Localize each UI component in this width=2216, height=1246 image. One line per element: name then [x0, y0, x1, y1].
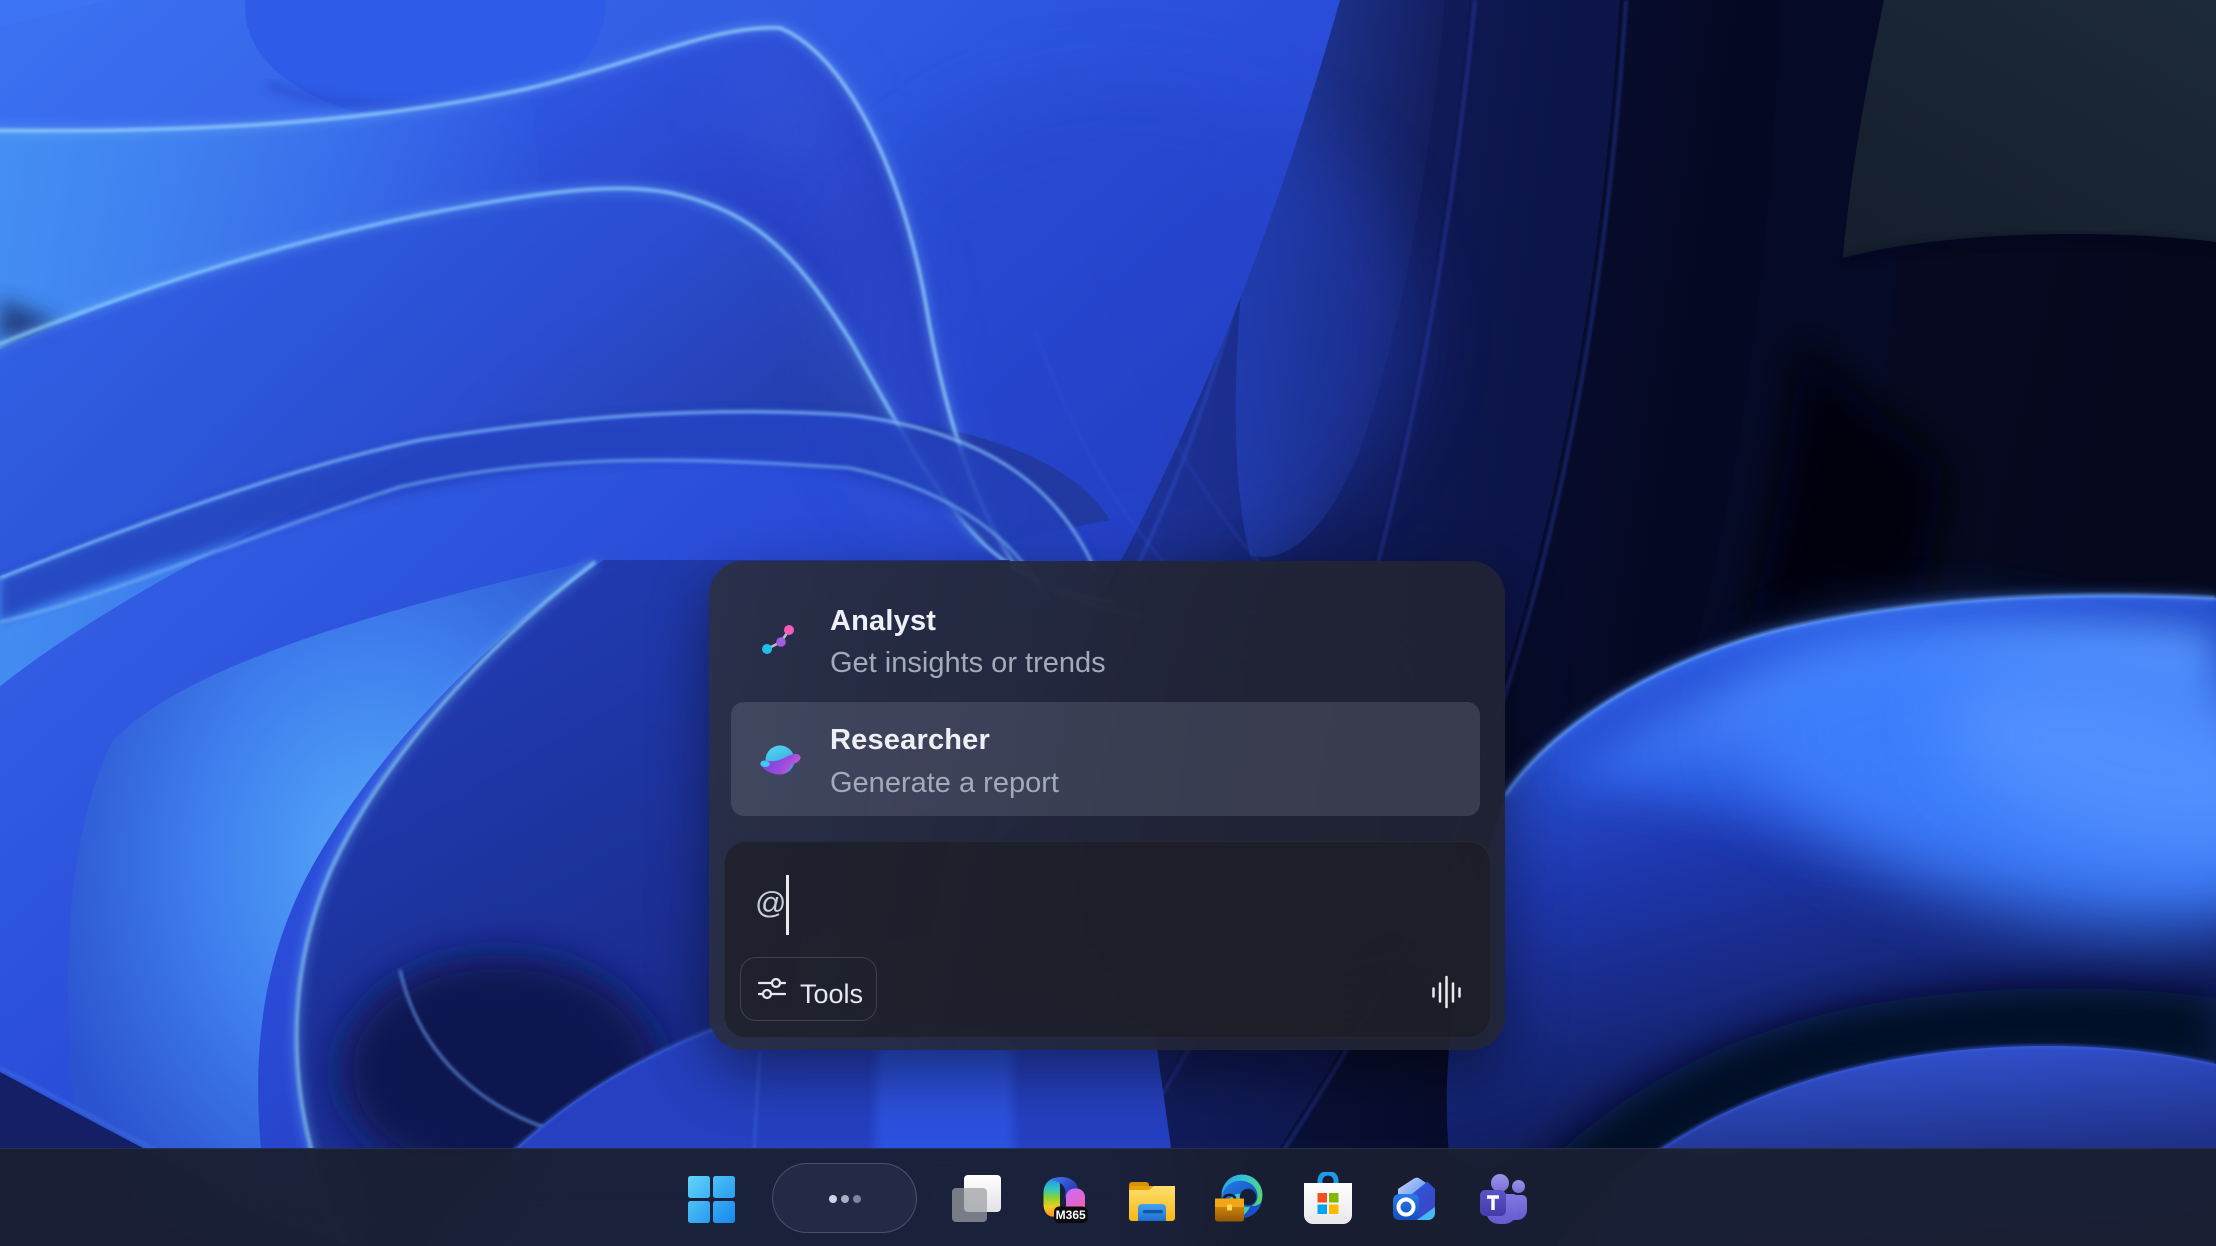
svg-text:M365: M365 — [1056, 1208, 1086, 1222]
